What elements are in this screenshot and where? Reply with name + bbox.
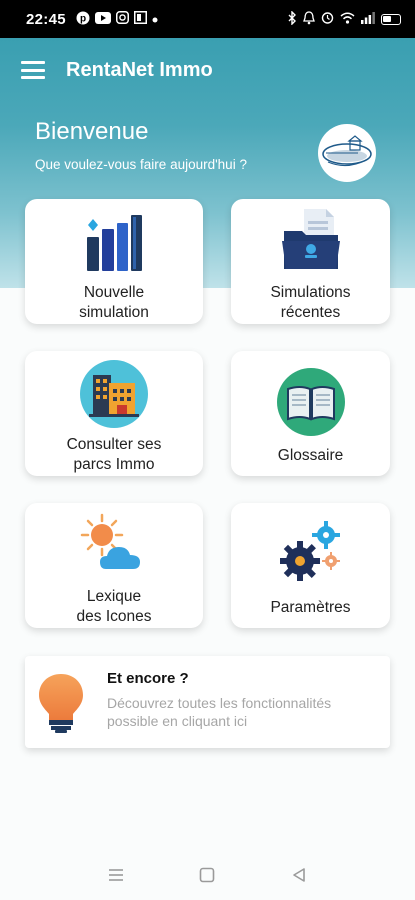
more-title: Et encore ? — [107, 670, 189, 687]
welcome-subtitle: Que voulez-vous faire aujourd'hui ? — [35, 157, 247, 172]
more-description: Découvrez toutes les fonctionnalités pos… — [107, 695, 332, 729]
recent-simulations-card[interactable]: Simulations récentes — [231, 199, 390, 324]
pinterest-icon: p — [76, 11, 90, 28]
dot-icon — [152, 12, 158, 26]
vibrate-icon — [303, 10, 315, 28]
notification-icons: p — [76, 11, 158, 28]
buildings-icon — [79, 359, 149, 434]
welcome-title: Bienvenue — [35, 118, 149, 145]
app-icon — [133, 11, 147, 27]
youtube-icon — [94, 11, 111, 27]
icon-lexicon-card[interactable]: Lexique des Icones — [25, 503, 203, 628]
brand-logo — [318, 124, 376, 182]
hamburger-menu-icon[interactable] — [21, 61, 45, 79]
app-bar: RentaNet Immo — [0, 38, 415, 102]
svg-text:p: p — [80, 13, 86, 24]
settings-card[interactable]: Paramètres — [231, 503, 390, 628]
sun-cloud-icon — [80, 513, 148, 580]
alarm-icon — [321, 11, 334, 27]
more-features-card[interactable]: Et encore ? Découvrez toutes les fonctio… — [25, 656, 390, 748]
card-label: Simulations récentes — [270, 284, 351, 321]
back-icon[interactable] — [284, 860, 314, 890]
app-title: RentaNet Immo — [66, 58, 213, 81]
battery-icon — [381, 13, 401, 25]
system-nav-bar — [0, 850, 415, 900]
bar-chart-icon — [84, 211, 144, 278]
signal-icon — [361, 11, 375, 27]
status-time: 22:45 — [26, 10, 66, 28]
new-simulation-card[interactable]: Nouvelle simulation — [25, 199, 203, 324]
open-book-icon — [276, 367, 346, 442]
folder-document-icon — [280, 207, 342, 278]
instagram-icon — [115, 11, 129, 27]
status-bar: 22:45 p — [0, 0, 415, 38]
bluetooth-icon — [288, 9, 297, 28]
recents-icon[interactable] — [101, 860, 131, 890]
card-label: Consulter ses parcs Immo — [66, 436, 162, 473]
real-estate-parks-card[interactable]: Consulter ses parcs Immo — [25, 351, 203, 476]
home-icon[interactable] — [192, 860, 222, 890]
card-label: Lexique des Icones — [76, 588, 152, 625]
card-label: Glossaire — [277, 447, 344, 464]
wifi-icon — [340, 12, 355, 27]
card-label: Nouvelle simulation — [79, 284, 149, 321]
card-label: Paramètres — [270, 599, 351, 616]
glossary-card[interactable]: Glossaire — [231, 351, 390, 476]
lightbulb-icon — [36, 672, 86, 739]
gears-icon — [278, 519, 344, 590]
system-icons — [288, 9, 401, 28]
